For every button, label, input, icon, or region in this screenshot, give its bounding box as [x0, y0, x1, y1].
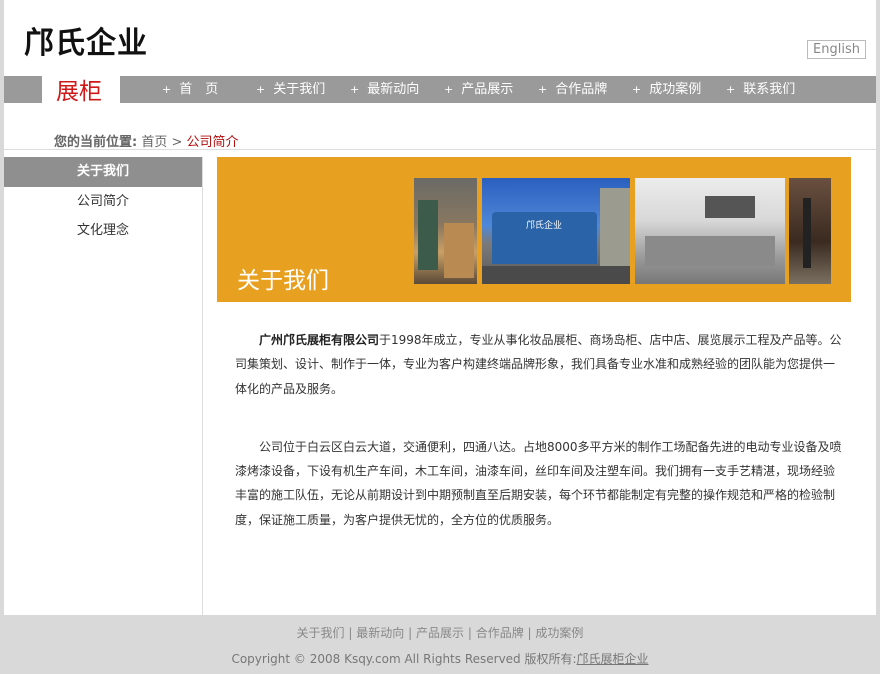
paragraph-text: 公司位于白云区白云大道，交通便利，四通八达。占地8000多平方米的制作工场配备先… [235, 439, 842, 527]
breadcrumb-separator: > [171, 135, 183, 150]
nav-item-brands[interactable]: + 合作品牌 [538, 76, 632, 103]
article-content: 广州邝氏展柜有限公司于1998年成立，专业从事化妆品展柜、商场岛柜、店中店、展览… [235, 328, 843, 566]
footer-company-link[interactable]: 邝氏展柜企业 [577, 652, 649, 666]
footer-link-news[interactable]: 最新动向 [356, 626, 404, 640]
brand-box: 展柜 [42, 72, 120, 105]
sidebar-title: 关于我们 [4, 157, 202, 187]
article-paragraph: 公司位于白云区白云大道，交通便利，四通八达。占地8000多平方米的制作工场配备先… [235, 435, 843, 532]
footer-link-cases[interactable]: 成功案例 [535, 626, 583, 640]
nav-item-about[interactable]: + 关于我们 [256, 76, 350, 103]
footer-separator: | [408, 626, 413, 640]
main-nav: + 首 页 + 关于我们 + 最新动向 + 产品展示 + 合作品牌 + 成功案例 + 联系我们 [162, 76, 820, 103]
footer-separator: | [527, 626, 532, 640]
company-name: 广州邝氏展柜有限公司 [259, 333, 380, 347]
nav-item-label: 关于我们 [273, 82, 326, 97]
plus-icon: + [162, 83, 172, 96]
footer-separator: | [348, 626, 353, 640]
breadcrumb-current: 公司简介 [186, 135, 239, 150]
nav-item-label: 成功案例 [649, 82, 702, 97]
nav-item-contact[interactable]: + 联系我们 [726, 76, 820, 103]
nav-item-label: 最新动向 [367, 82, 420, 97]
footer-links: 关于我们 | 最新动向 | 产品展示 | 合作品牌 | 成功案例 [0, 624, 880, 641]
nav-item-products[interactable]: + 产品展示 [444, 76, 538, 103]
footer-separator: | [467, 626, 472, 640]
nav-item-home[interactable]: + 首 页 [162, 76, 256, 103]
footer-link-products[interactable]: 产品展示 [416, 626, 464, 640]
article-paragraph: 广州邝氏展柜有限公司于1998年成立，专业从事化妆品展柜、商场岛柜、店中店、展览… [235, 328, 843, 401]
copyright-text: Copyright © 2008 Ksqy.com All Rights Res… [231, 652, 577, 666]
english-language-button[interactable]: English [807, 40, 866, 59]
footer-copyright: Copyright © 2008 Ksqy.com All Rights Res… [0, 650, 880, 667]
nav-item-label: 联系我们 [743, 82, 796, 97]
divider [4, 149, 876, 150]
plus-icon: + [256, 83, 266, 96]
plus-icon: + [444, 83, 454, 96]
breadcrumb: 您的当前位置: 首页 > 公司简介 [54, 131, 239, 150]
plus-icon: + [632, 83, 642, 96]
sidebar-item-culture[interactable]: 文化理念 [4, 216, 202, 245]
factory-machine-image [414, 178, 477, 284]
nav-item-news[interactable]: + 最新动向 [350, 76, 444, 103]
plus-icon: + [726, 83, 736, 96]
plus-icon: + [538, 83, 548, 96]
nav-item-label: 首 页 [179, 82, 219, 97]
breadcrumb-home-link[interactable]: 首页 [141, 135, 167, 150]
footer-link-brands[interactable]: 合作品牌 [476, 626, 524, 640]
nav-item-label: 产品展示 [461, 82, 514, 97]
nav-item-label: 合作品牌 [555, 82, 608, 97]
footer-link-about[interactable]: 关于我们 [297, 626, 345, 640]
factory-building-image: 邝氏企业 [482, 178, 630, 284]
brand-title: 展柜 [56, 79, 102, 105]
site-logo[interactable]: 邝氏企业 [24, 18, 148, 62]
sidebar-item-company-profile[interactable]: 公司简介 [4, 187, 202, 216]
nav-item-cases[interactable]: + 成功案例 [632, 76, 726, 103]
banner: 邝氏企业 关于我们 [217, 157, 851, 302]
equipment-image [789, 178, 831, 284]
workshop-image [635, 178, 785, 284]
sidebar: 关于我们 公司简介 文化理念 [4, 157, 203, 615]
plus-icon: + [350, 83, 360, 96]
banner-title: 关于我们 [237, 268, 329, 294]
breadcrumb-label: 您的当前位置: [54, 135, 138, 150]
building-sign-text: 邝氏企业 [525, 221, 562, 231]
page: 邝氏企业 English 展柜 + 首 页 + 关于我们 + 最新动向 + 产品展示 +… [0, 0, 880, 674]
